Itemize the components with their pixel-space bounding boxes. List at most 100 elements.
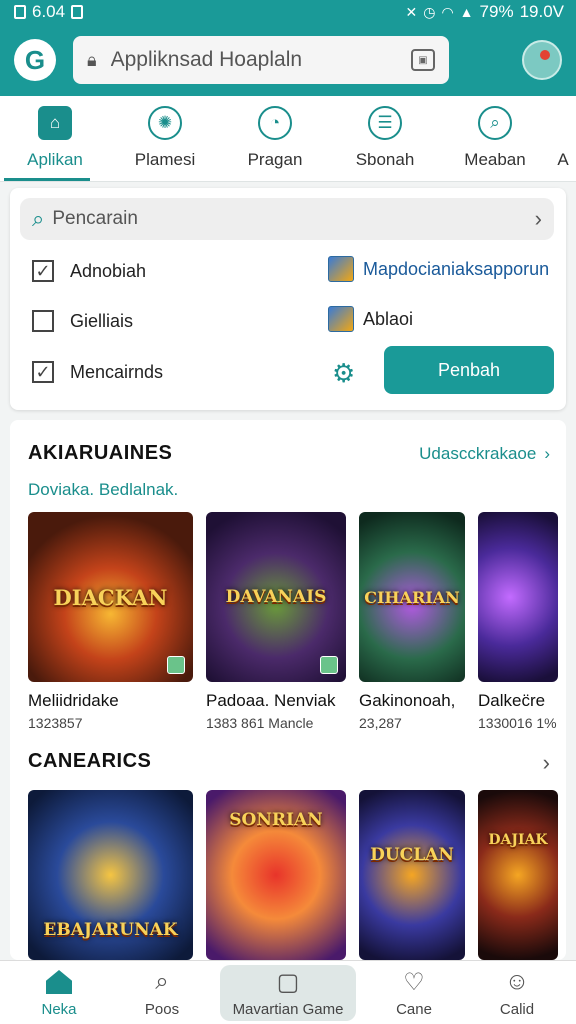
chevron-right-icon: ›: [544, 444, 550, 463]
checkbox-label: Gielliais: [70, 310, 134, 331]
search-icon: ⌕: [155, 968, 169, 995]
checkbox-adnobiah[interactable]: ✓ Adnobiah: [32, 260, 146, 282]
see-more-link[interactable]: Udascckrakaoe ›: [419, 444, 550, 464]
game-thumbnail: DAJIAK: [478, 790, 558, 960]
game-card[interactable]: SONRIAN: [206, 790, 346, 960]
section-title: CANEARICS: [28, 750, 152, 772]
game-thumbnail: CIHARIAN: [359, 512, 465, 682]
nav-home[interactable]: Neka: [14, 967, 104, 1018]
game-name: Padoaa. Nenviak: [206, 691, 336, 710]
filter-settings-icon[interactable]: ⚙: [332, 358, 355, 389]
checkbox-gielliais[interactable]: Gielliais: [32, 310, 133, 332]
tab-aplikan[interactable]: ⌂ Aplikan: [0, 96, 110, 181]
option-thumbnail: [328, 256, 354, 282]
option-mapdocian[interactable]: Mapdocianiaksapporun: [328, 256, 549, 282]
game-meta: 23,287: [359, 715, 402, 731]
tab-label: Plamesi: [134, 150, 196, 169]
tab-plamesi[interactable]: ✺ Plamesi: [110, 96, 220, 181]
tab-sbonah[interactable]: ☰ Sbonah: [330, 96, 440, 181]
badge-icon: [320, 656, 338, 674]
url-bar[interactable]: 🔒︎ Appliknsad Hoaplaln ▣: [73, 36, 449, 84]
chevron-right-icon[interactable]: ›: [535, 206, 542, 232]
nav-games[interactable]: ▢ Mavartian Game: [220, 964, 356, 1021]
game-name: Gakinonoah,: [359, 691, 456, 710]
game-card[interactable]: DAJIAK: [478, 790, 558, 960]
section-title: AKIARUAINES: [28, 442, 173, 464]
option-label: Ablaoi: [363, 308, 414, 329]
checkbox-empty-icon: [32, 310, 54, 332]
tab-label: Pragan: [247, 150, 303, 169]
game-meta: 1323857: [28, 715, 83, 731]
checkbox-label: Adnobiah: [70, 260, 147, 281]
tab-label: Meaban: [464, 150, 526, 169]
game-meta: 1330016 1%: [478, 715, 557, 731]
status-time: 6.04: [32, 2, 66, 21]
heart-icon: ♡: [403, 968, 425, 996]
game-art-title: DUCLAN: [370, 845, 454, 865]
apply-button[interactable]: Penbah: [384, 346, 554, 394]
search-bar[interactable]: ⌕ ›: [20, 198, 554, 240]
badge-icon: [167, 656, 185, 674]
url-text: Appliknsad Hoaplaln: [110, 48, 303, 71]
home-icon: ⌂: [38, 106, 72, 140]
app-logo[interactable]: G: [14, 39, 56, 81]
game-art-title: DIACKAN: [53, 584, 168, 610]
chevron-right-icon[interactable]: ›: [543, 750, 550, 776]
section-subtitle: Doviaka. Bedlalnak.: [28, 480, 179, 499]
game-art-title: SONRIAN: [229, 810, 323, 830]
nav-label: Cane: [396, 1001, 432, 1018]
mute-icon: ✕: [405, 4, 418, 20]
game-row: EBAJARUNAK SONRIAN DUCLAN DAJIAK: [28, 790, 566, 960]
notification-icon: [14, 5, 26, 19]
logo-letter: G: [24, 44, 46, 75]
game-meta: 1383 861 Mancle: [206, 715, 314, 731]
brain-icon: ✺: [148, 106, 182, 140]
tab-overflow[interactable]: A: [550, 96, 576, 181]
search-icon: ⌕: [32, 206, 45, 231]
status-bar: 6.04 ✕ ◷ ◠ ▲ 79% 19.0V: [0, 0, 576, 24]
game-thumbnail: DUCLAN: [359, 790, 465, 960]
wifi-icon: ◠: [441, 4, 454, 20]
tabs-icon[interactable]: ▣: [411, 49, 435, 71]
tab-pragan[interactable]: ◔ Pragan: [220, 96, 330, 181]
nav-label: Calid: [499, 1001, 535, 1018]
checkbox-mencairnds[interactable]: ✓ Mencairnds: [32, 361, 163, 383]
game-art-title: CIHARIAN: [364, 587, 460, 607]
game-card[interactable]: DUCLAN: [359, 790, 465, 960]
game-name: Dalkec̈re: [478, 691, 546, 710]
nav-label: Poos: [144, 1001, 180, 1018]
content-panel: AKIARUAINES Udascckrakaoe › Doviaka. Bed…: [10, 420, 566, 960]
see-more-label: Udascckrakaoe: [419, 444, 537, 463]
checkbox-checked-icon: ✓: [32, 260, 54, 282]
nav-profile[interactable]: ☺ Calid: [472, 967, 562, 1018]
option-ablaoi[interactable]: Ablaoi: [328, 306, 413, 332]
app-bar: G 🔒︎ Appliknsad Hoaplaln ▣: [0, 24, 576, 96]
game-art-title: DAVANAIS: [225, 587, 327, 607]
bottom-nav: Neka ⌕ Poos ▢ Mavartian Game ♡ Cane ☺ Ca…: [0, 960, 576, 1024]
game-thumbnail: DAVANAIS: [206, 512, 346, 682]
search-input[interactable]: [52, 208, 535, 230]
clock: 19.0V: [519, 2, 564, 21]
bag-icon: ▢: [276, 968, 300, 996]
filter-card: ⌕ › ✓ Adnobiah Gielliais ✓ Mencairnds Ma…: [10, 188, 566, 410]
category-tabs: ⌂ Aplikan ✺ Plamesi ◔ Pragan ☰ Sbonah ⌕ …: [0, 96, 576, 182]
game-card[interactable]: DIACKAN Meliidridake 1323857: [28, 512, 193, 731]
game-thumbnail: SONRIAN: [206, 790, 346, 960]
checkbox-checked-icon: ✓: [32, 361, 54, 383]
nav-search[interactable]: ⌕ Poos: [117, 967, 207, 1018]
battery-level: 79%: [479, 2, 514, 21]
game-card[interactable]: Dalkec̈re 1330016 1%: [478, 512, 558, 731]
game-card[interactable]: EBAJARUNAK: [28, 790, 193, 960]
game-card[interactable]: CIHARIAN Gakinonoah, 23,287: [359, 512, 465, 731]
signal-icon: ▲: [459, 4, 474, 20]
alarm-icon: ◷: [423, 4, 436, 20]
tab-meaban[interactable]: ⌕ Meaban: [440, 96, 550, 181]
lock-icon: 🔒︎: [87, 49, 97, 70]
game-card[interactable]: DAVANAIS Padoaa. Nenviak 1383 861 Mancle: [206, 512, 346, 731]
notification-icon: [71, 5, 84, 19]
game-thumbnail: DIACKAN: [28, 512, 193, 682]
tab-label: Aplikan: [27, 150, 83, 169]
avatar[interactable]: [522, 40, 562, 80]
person-icon: ☺: [504, 968, 530, 995]
nav-favorites[interactable]: ♡ Cane: [369, 967, 459, 1019]
